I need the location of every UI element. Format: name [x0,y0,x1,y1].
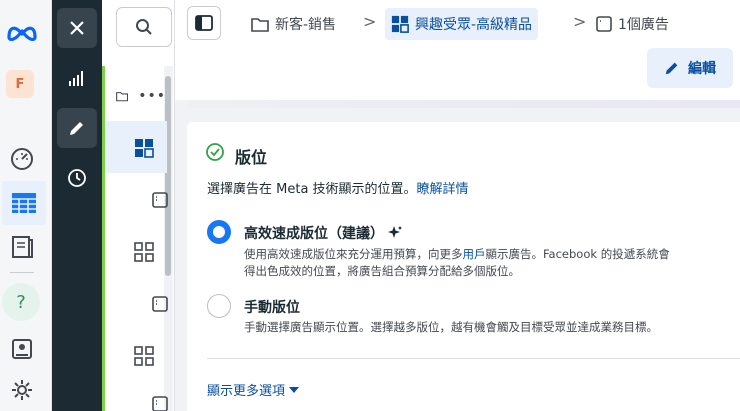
breadcrumb-adset[interactable]: 興趣受眾-高級精品 [385,8,539,40]
ads-manager-icon[interactable] [2,181,46,225]
global-nav-rail: F ? [0,0,52,411]
pages-icon[interactable] [0,327,44,371]
edit-button[interactable]: 編輯 [647,48,733,88]
clock-icon [68,169,86,187]
option-title[interactable]: 手動版位 [244,297,300,317]
performance-icon[interactable] [0,136,44,180]
folder-icon [251,16,269,32]
tree-item-ad[interactable] [150,190,170,210]
tree-item-adset[interactable] [132,240,156,264]
check-circle-icon [206,143,224,161]
placements-card: 版位 選擇廣告在 Meta 技術顯示的位置。瞭解詳情 高效速成版位（建議） 使用… [187,122,740,411]
breadcrumb-separator: > [363,12,377,31]
grid-icon [134,346,154,366]
tree-search-button[interactable] [116,7,172,47]
option-description: 使用高效速成版位來充分運用預算，向更多用戶顯示廣告。Facebook 的投遞系統… [244,247,670,278]
editor-toolbar [52,0,102,411]
ad-icon [152,192,168,208]
tree-item-campaign[interactable]: ••• [116,84,166,108]
grid-icon [391,15,409,33]
settings-icon[interactable] [0,368,44,411]
campaign-tree: ••• [102,0,175,411]
caret-down-icon [289,386,300,393]
status-bar [102,66,105,411]
adset-grid-icon [132,136,156,160]
ad-icon [152,396,168,411]
folder-icon [116,92,129,102]
search-icon [136,19,152,35]
close-button[interactable] [57,8,97,48]
sparkle-icon [388,226,402,238]
more-icon[interactable]: ••• [138,88,166,104]
section-title: 版位 [235,148,268,167]
option-description: 手動選擇廣告顯示位置。選擇越多版位，越有機會觸及目標受眾並達成業務目標。 [244,320,658,334]
section-description: 選擇廣告在 Meta 技術顯示的位置。瞭解詳情 [207,182,469,197]
catalog-icon[interactable] [0,225,44,269]
users-link[interactable]: 用戶 [463,247,486,261]
learn-more-link[interactable]: 瞭解詳情 [417,182,469,197]
ad-icon [596,16,612,32]
edit-mode-button[interactable] [57,108,97,148]
help-icon[interactable]: ? [2,283,40,321]
option-title[interactable]: 高效速成版位（建議） [244,223,402,243]
divider [207,358,740,359]
advantage-placements-radio[interactable] [207,220,231,244]
show-more-options-link[interactable]: 顯示更多選項 [207,380,300,399]
breadcrumb-campaign[interactable]: 新客-銷售 [251,8,336,40]
grid-icon [134,242,154,262]
ad-icon [152,296,168,312]
charts-button[interactable] [57,58,97,98]
close-icon [70,21,84,35]
manual-placements-radio[interactable] [207,294,231,318]
account-avatar[interactable]: F [6,70,34,98]
tree-item-ad[interactable] [150,396,170,411]
bar-chart-icon [69,71,83,86]
history-button[interactable] [57,158,97,198]
tree-item-adset[interactable] [132,344,156,368]
breadcrumb-ads[interactable]: 1個廣告 [596,8,669,40]
breadcrumb-bar: 新客-銷售 > 興趣受眾-高級精品 > 1個廣告 編輯 [175,0,740,100]
meta-logo-icon[interactable] [0,10,44,54]
tree-item-ad[interactable] [150,294,170,314]
pencil-icon [664,60,680,76]
breadcrumb-separator: > [573,12,587,31]
pencil-icon [70,122,83,135]
sidebar-toggle-button[interactable] [187,6,221,40]
sidebar-icon [195,15,213,31]
